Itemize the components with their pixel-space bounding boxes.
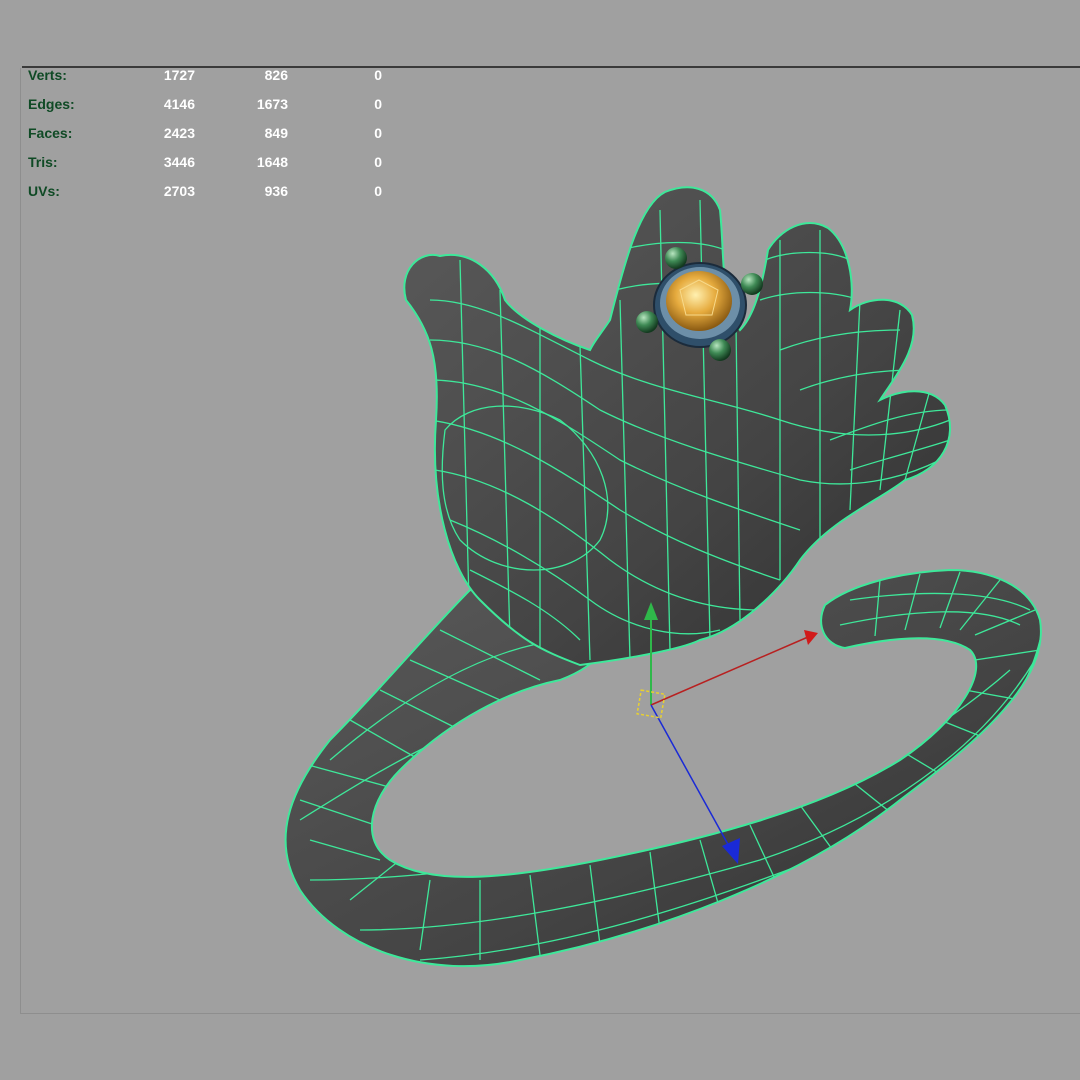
bead bbox=[665, 247, 687, 269]
mesh-scene[interactable] bbox=[0, 0, 1080, 1080]
bead bbox=[741, 273, 763, 295]
bead bbox=[636, 311, 658, 333]
manipulator-z-axis[interactable] bbox=[650, 704, 731, 849]
viewport-3d[interactable]: Verts: 1727 826 0 Edges: 4146 1673 0 Fac… bbox=[0, 0, 1080, 1080]
manipulator-x-arrow[interactable] bbox=[804, 630, 818, 645]
bead bbox=[709, 339, 731, 361]
